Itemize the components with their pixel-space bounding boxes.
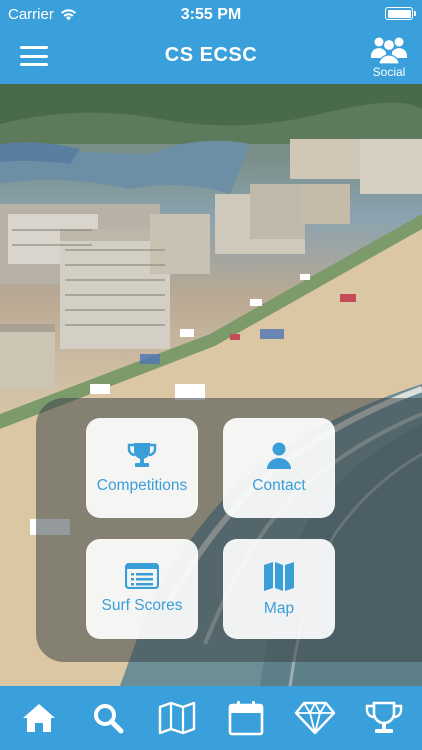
surf-scores-tile[interactable]: Surf Scores <box>86 539 198 639</box>
social-label: Social <box>372 65 406 79</box>
competitions-tile[interactable]: Competitions <box>86 418 198 518</box>
scoreboard-icon <box>125 563 159 589</box>
navigation-bar: CS ECSC Social <box>0 30 422 84</box>
tab-map[interactable] <box>151 692 203 744</box>
person-icon <box>267 442 291 469</box>
group-icon <box>371 37 407 64</box>
trophy-icon <box>127 443 157 467</box>
tab-search[interactable] <box>82 692 134 744</box>
clock: 3:55 PM <box>180 6 242 23</box>
social-button[interactable]: Social <box>366 34 412 82</box>
map-icon <box>264 562 294 591</box>
contact-tile[interactable]: Contact <box>223 418 335 518</box>
page-title: CS ECSC <box>164 44 258 66</box>
tab-bar <box>0 686 422 750</box>
map-icon <box>158 701 195 735</box>
diamond-icon <box>294 701 335 735</box>
competitions-label: Competitions <box>96 477 188 494</box>
trophy-icon <box>365 701 402 733</box>
calendar-icon <box>228 701 263 736</box>
search-icon <box>93 704 123 734</box>
home-icon <box>22 704 55 732</box>
battery-icon <box>385 7 416 20</box>
tab-calendar[interactable] <box>220 692 272 744</box>
tab-trophy[interactable] <box>358 692 410 744</box>
tab-diamond[interactable] <box>289 692 341 744</box>
quick-links-panel: Competitions Contact Surf Scores Map <box>36 398 422 662</box>
status-bar: Carrier 3:55 PM <box>0 0 422 30</box>
contact-label: Contact <box>252 477 306 494</box>
surf-scores-label: Surf Scores <box>101 597 183 614</box>
tab-home[interactable] <box>13 692 65 744</box>
map-label: Map <box>263 600 295 617</box>
map-tile[interactable]: Map <box>223 539 335 639</box>
